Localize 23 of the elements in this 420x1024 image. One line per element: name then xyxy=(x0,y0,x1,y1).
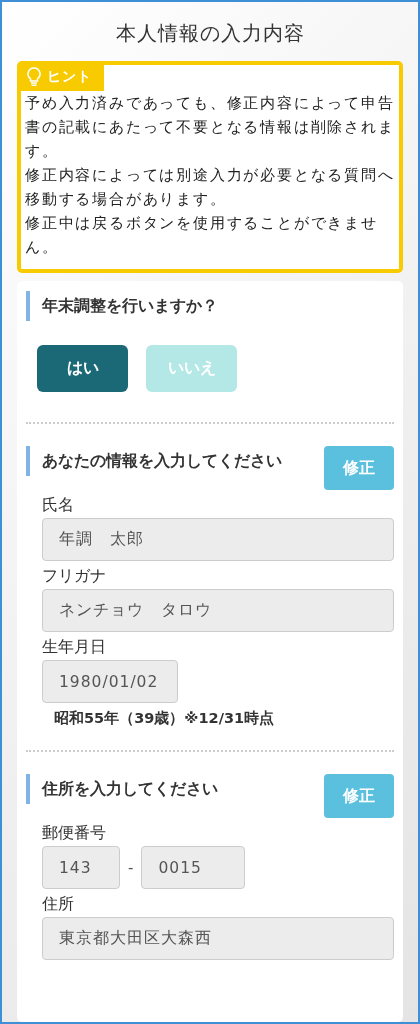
date-field[interactable]: 1980/01/02 xyxy=(42,660,178,703)
section-heading: 年末調整を行いますか？ xyxy=(26,291,394,321)
text-field[interactable]: 年調 太郎 xyxy=(42,518,394,561)
hint-text: 予め入力済みであっても、修正内容によって申告書の記載にあたって不要となる情報は削除されます。 xyxy=(24,94,396,161)
section-heading: あなたの情報を入力してください xyxy=(26,446,312,476)
field-label: 生年月日 xyxy=(42,637,107,658)
field-label: 郵便番号 xyxy=(42,823,107,844)
postal-code-field[interactable]: 143 xyxy=(42,846,120,889)
field-label: フリガナ xyxy=(42,566,107,587)
text-field[interactable]: ネンチョウ タロウ xyxy=(42,589,394,632)
hint-label: ヒント xyxy=(47,68,92,86)
postal-code-field[interactable]: 0015 xyxy=(141,846,246,889)
hint-text: 修正中は戻るボタンを使用することができません。 xyxy=(24,214,379,257)
choice-button[interactable]: はい xyxy=(37,345,128,392)
age-note: 昭和55年（39歳）※12/31時点 xyxy=(54,709,276,728)
hint-text: 修正内容によっては別途入力が必要となる質問へ移動する場合があります。 xyxy=(24,166,396,209)
field-label: 氏名 xyxy=(42,495,75,516)
field-label: 住所 xyxy=(42,894,75,915)
separator-text: - xyxy=(128,858,134,877)
lightbulb-icon xyxy=(27,67,41,87)
section-heading: 住所を入力してください xyxy=(26,774,312,804)
page-title: 本人情報の入力内容 xyxy=(114,20,306,47)
text-field[interactable]: 東京都大田区大森西 xyxy=(42,917,394,960)
